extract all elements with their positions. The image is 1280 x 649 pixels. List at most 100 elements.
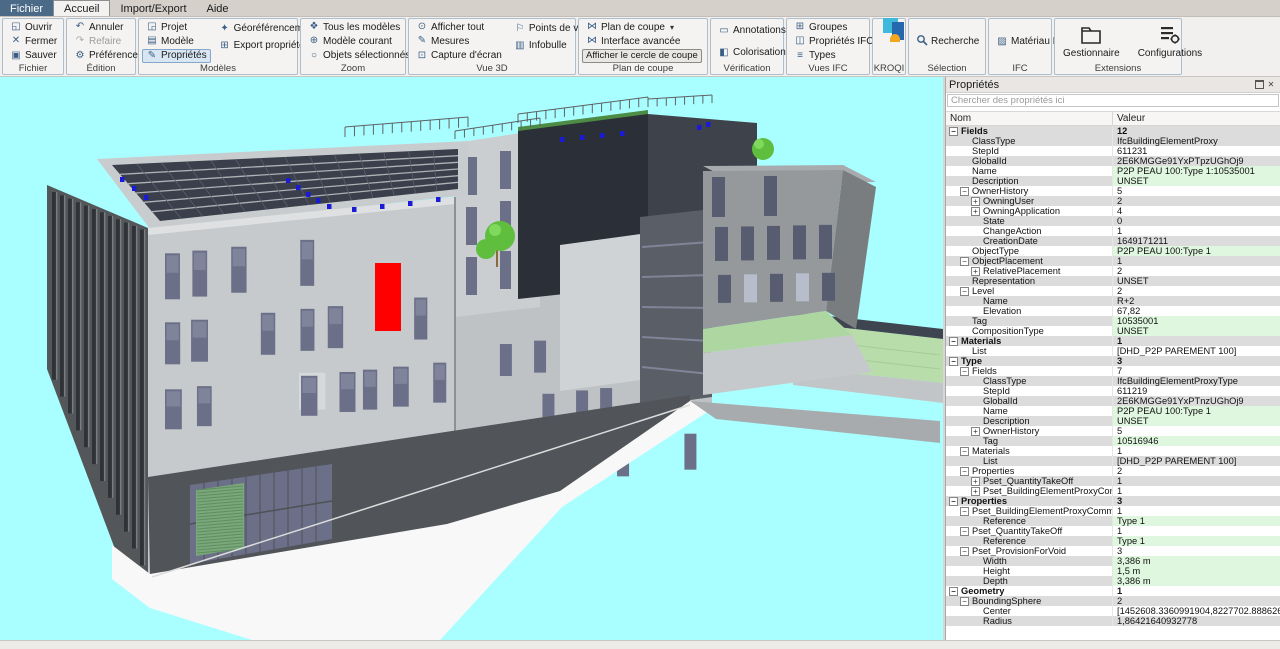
property-row-geometry[interactable]: −Geometry1 [946,586,1280,596]
ribbon-item-annuler[interactable]: ↶Annuler [70,20,147,34]
property-row-classtype[interactable]: ClassTypeIfcBuildingElementProxy [946,136,1280,146]
ribbon-item-plan-de-coupe[interactable]: ⋈Plan de coupe▾ [582,20,702,34]
collapse-icon[interactable]: − [960,547,969,556]
collapse-icon[interactable]: − [949,497,958,506]
property-row-name[interactable]: NameP2P PEAU 100:Type 1:10535001 [946,166,1280,176]
chevron-down-icon[interactable]: ▾ [670,23,674,32]
ribbon-item-propri-t-s-ifc[interactable]: ◫Propriétés IFC [790,34,877,48]
right-building[interactable] [703,165,876,395]
property-row-name[interactable]: NameR+2 [946,296,1280,306]
ribbon-item-afficher-le-cercle-de-coupe[interactable]: Afficher le cercle de coupe [582,49,702,63]
property-row-classtype[interactable]: ClassTypeIfcBuildingElementProxyType [946,376,1280,386]
property-row-pset-buildingelementproxycommon[interactable]: +Pset_BuildingElementProxyCommon1 [946,486,1280,496]
property-row-globalid[interactable]: GlobalId2E6KMGGe91YxPTnzUGhOj9 [946,396,1280,406]
tab-accueil[interactable]: Accueil [53,0,110,16]
property-row-center[interactable]: Center[1452608.3360991904,8227702.888626… [946,606,1280,616]
property-row-materials[interactable]: −Materials1 [946,336,1280,346]
property-row-list[interactable]: List[DHD_P2P PAREMENT 100] [946,456,1280,466]
property-row-pset-buildingelementproxycommon[interactable]: −Pset_BuildingElementProxyCommon1 [946,506,1280,516]
ribbon-item-capture-d-cran[interactable]: ⊡Capture d'écran [412,49,506,63]
expand-icon[interactable]: + [971,197,980,206]
column-header-name[interactable]: Nom [946,112,1113,125]
property-row-height[interactable]: Height1,5 m [946,566,1280,576]
selected-element-highlight[interactable] [375,263,401,331]
column-header-value[interactable]: Valeur [1113,112,1280,125]
property-row-fields[interactable]: −Fields12 [946,126,1280,136]
property-row-fields[interactable]: −Fields7 [946,366,1280,376]
property-row-ownerhistory[interactable]: +OwnerHistory5 [946,426,1280,436]
tab-import-export[interactable]: Import/Export [110,0,196,16]
viewport-3d[interactable] [0,77,943,640]
property-row-width[interactable]: Width3,386 m [946,556,1280,566]
collapse-icon[interactable]: − [949,337,958,346]
property-row-depth[interactable]: Depth3,386 m [946,576,1280,586]
ribbon-item-projet[interactable]: ◲Projet [142,20,211,34]
ribbon-item-gestionnaire[interactable]: Gestionnaire [1058,21,1125,62]
collapse-icon[interactable]: − [960,447,969,456]
property-row-owningapplication[interactable]: +OwningApplication4 [946,206,1280,216]
ribbon-item-types[interactable]: ≡Types [790,49,877,63]
ribbon-item-mesures[interactable]: ✎Mesures [412,34,506,48]
property-row-description[interactable]: DescriptionUNSET [946,416,1280,426]
property-row-list[interactable]: List[DHD_P2P PAREMENT 100] [946,346,1280,356]
protruding-volume[interactable] [560,233,648,391]
collapse-icon[interactable]: − [949,357,958,366]
property-row-type[interactable]: −Type3 [946,356,1280,366]
property-row-compositiontype[interactable]: CompositionTypeUNSET [946,326,1280,336]
ribbon-item-objets-s-lectionn-s[interactable]: ○Objets sélectionnés [304,49,414,63]
expand-icon[interactable]: + [971,267,980,276]
ribbon-item-pr-f-rences[interactable]: ⚙Préférences [70,49,147,63]
ribbon-item-mod-le-courant[interactable]: ⊕Modèle courant [304,34,414,48]
ribbon-item-afficher-tout[interactable]: ⊙Afficher tout [412,20,506,34]
property-row-description[interactable]: DescriptionUNSET [946,176,1280,186]
property-row-tag[interactable]: Tag10516946 [946,436,1280,446]
ribbon-item-annotations[interactable]: ▭Annotations [714,22,790,39]
property-row-pset-quantitytakeoff[interactable]: +Pset_QuantityTakeOff1 [946,476,1280,486]
expand-icon[interactable]: + [971,207,980,216]
ribbon-item-tous-les-mod-les[interactable]: ❖Tous les modèles [304,20,414,34]
property-row-stepid[interactable]: StepId611231 [946,146,1280,156]
property-row-properties[interactable]: −Properties2 [946,466,1280,476]
property-row-stepid[interactable]: StepId611219 [946,386,1280,396]
ribbon-item-refaire[interactable]: ↷Refaire [70,34,147,48]
property-row-radius[interactable]: Radius1,86421640932778 [946,616,1280,626]
building-model-scene[interactable] [0,77,943,640]
collapse-icon[interactable]: − [960,467,969,476]
property-row-reference[interactable]: ReferenceType 1 [946,516,1280,526]
property-row-owninguser[interactable]: +OwningUser2 [946,196,1280,206]
property-row-elevation[interactable]: Elevation67,82 [946,306,1280,316]
collapse-icon[interactable]: − [960,287,969,296]
collapse-icon[interactable]: − [960,597,969,606]
property-row-state[interactable]: State0 [946,216,1280,226]
collapse-icon[interactable]: − [960,257,969,266]
tab-fichier[interactable]: Fichier [0,0,53,16]
property-row-materials[interactable]: −Materials1 [946,446,1280,456]
expand-icon[interactable]: + [971,427,980,436]
ribbon-item-sauver[interactable]: ▣Sauver [6,49,61,63]
close-icon[interactable]: ✕ [1265,79,1277,90]
property-row-pset-quantitytakeoff[interactable]: −Pset_QuantityTakeOff1 [946,526,1280,536]
property-row-globalid[interactable]: GlobalId2E6KMGGe91YxPTpzUGhOj9 [946,156,1280,166]
properties-search-input[interactable] [947,94,1279,107]
ribbon-item-recherche[interactable]: Recherche [912,33,983,50]
expand-icon[interactable]: + [971,477,980,486]
property-row-creationdate[interactable]: CreationDate1649171211 [946,236,1280,246]
property-row-properties[interactable]: −Properties3 [946,496,1280,506]
collapse-icon[interactable]: − [960,187,969,196]
collapse-icon[interactable]: − [960,527,969,536]
property-row-changeaction[interactable]: ChangeAction1 [946,226,1280,236]
property-row-name[interactable]: NameP2P PEAU 100:Type 1 [946,406,1280,416]
tab-aide[interactable]: Aide [197,0,239,16]
collapse-icon[interactable]: − [949,127,958,136]
property-row-pset-provisionforvoid[interactable]: −Pset_ProvisionForVoid3 [946,546,1280,556]
ribbon-item-fermer[interactable]: ✕Fermer [6,34,61,48]
collapse-icon[interactable]: − [960,367,969,376]
ribbon-item-mod-le[interactable]: ▤Modèle [142,34,211,48]
property-row-boundingsphere[interactable]: −BoundingSphere2 [946,596,1280,606]
float-icon[interactable] [1253,79,1265,90]
collapse-icon[interactable]: − [949,587,958,596]
property-row-representation[interactable]: RepresentationUNSET [946,276,1280,286]
ribbon-item-configurations[interactable]: Configurations [1133,21,1207,62]
property-row-ownerhistory[interactable]: −OwnerHistory5 [946,186,1280,196]
ribbon-item-propri-t-s[interactable]: ✎Propriétés [142,49,211,63]
